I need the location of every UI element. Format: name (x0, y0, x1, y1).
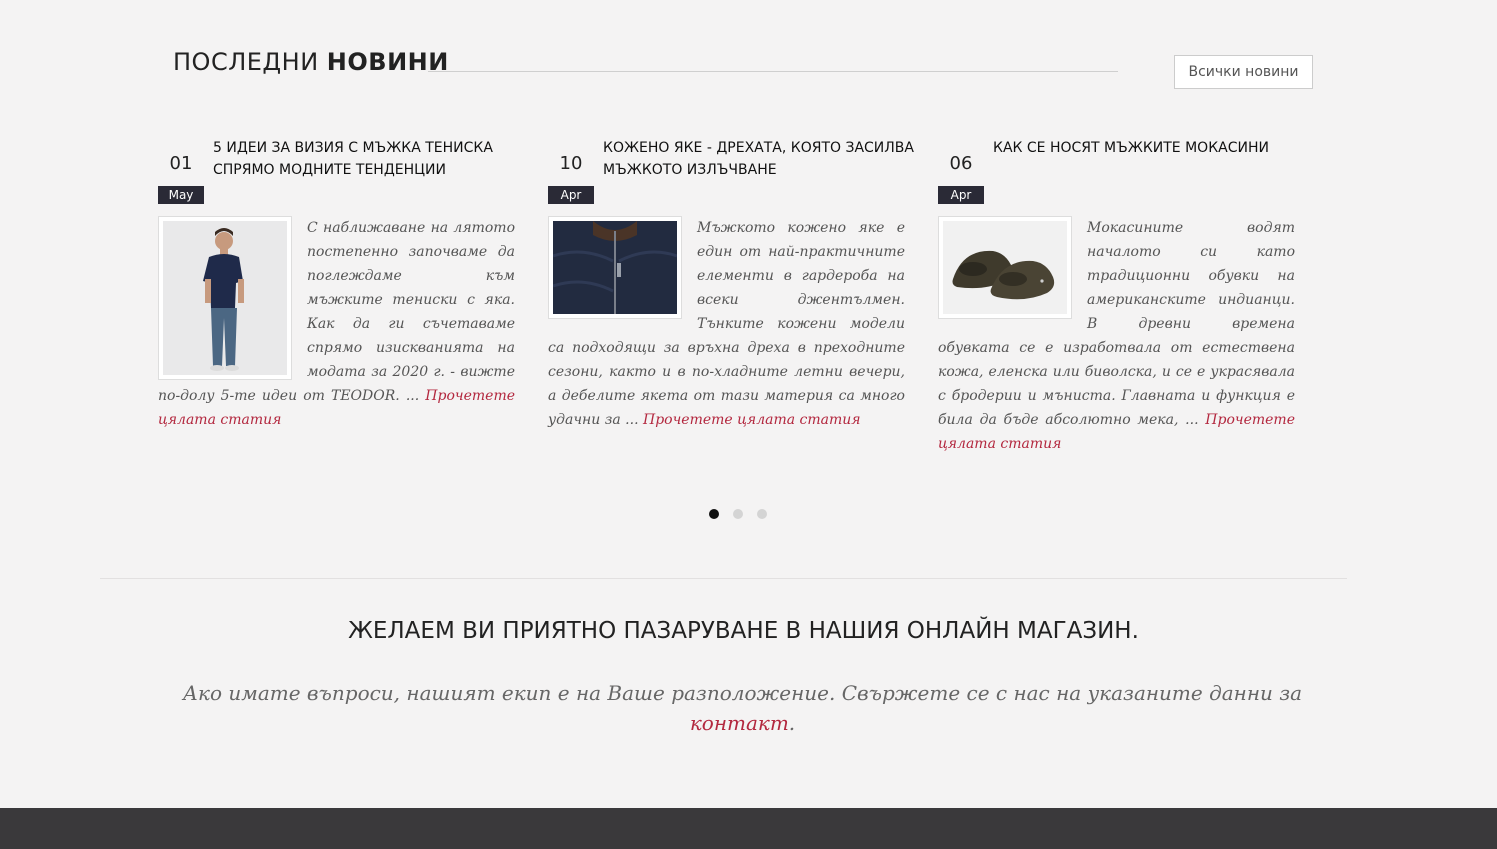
contact-paragraph: Ако имате въпроси, нашият екип е на Ваше… (170, 678, 1315, 738)
article-thumbnail[interactable] (548, 216, 682, 319)
article-day: 06 (949, 153, 973, 174)
section-divider (100, 578, 1347, 579)
contact-link[interactable]: контакт (690, 711, 789, 735)
carousel-dot[interactable] (733, 509, 743, 519)
contact-text-end: . (788, 711, 796, 735)
article-title[interactable]: Кожено яке - дрехата, която засилва мъжк… (603, 137, 943, 181)
article-body: С наближаване на лятото постепенно започ… (158, 216, 515, 432)
all-news-button[interactable]: Всички новини (1174, 55, 1313, 89)
section-title: ПОСЛЕДНИ НОВИНИ (173, 48, 449, 76)
article-month-badge: Apr (548, 186, 594, 204)
man-polo-jeans-image (163, 221, 287, 375)
news-section-header: ПОСЛЕДНИ НОВИНИ (173, 48, 1118, 88)
moccasins-image (943, 221, 1067, 314)
article-body: Мъжкото кожено яке е един от най-практич… (548, 216, 905, 432)
article-month-badge: May (158, 186, 204, 204)
section-title-light: ПОСЛЕДНИ (173, 48, 319, 76)
contact-text: Ако имате въпроси, нашият екип е на Ваше… (182, 681, 1303, 705)
article-body: Мокасините водят началото си като традиц… (938, 216, 1295, 456)
article-day: 01 (169, 153, 193, 174)
carousel-pagination (709, 509, 767, 519)
footer-bar (0, 808, 1497, 849)
article-thumbnail[interactable] (158, 216, 292, 380)
article-title[interactable]: Как се носят мъжките мокасини (993, 137, 1293, 159)
article-title[interactable]: 5 идеи за визия с мъжка тениска спрямо м… (213, 137, 513, 181)
title-divider (428, 71, 1118, 72)
read-more-link[interactable]: Прочетете цялата статия (643, 412, 861, 428)
carousel-dot[interactable] (757, 509, 767, 519)
article-month-badge: Apr (938, 186, 984, 204)
article-thumbnail[interactable] (938, 216, 1072, 319)
leather-jacket-image (553, 221, 677, 314)
carousel-dot[interactable] (709, 509, 719, 519)
closing-wish-heading: ЖЕЛАЕМ ВИ ПРИЯТНО ПАЗАРУВАНЕ В НАШИЯ ОНЛ… (348, 618, 1139, 644)
article-day: 10 (559, 153, 583, 174)
